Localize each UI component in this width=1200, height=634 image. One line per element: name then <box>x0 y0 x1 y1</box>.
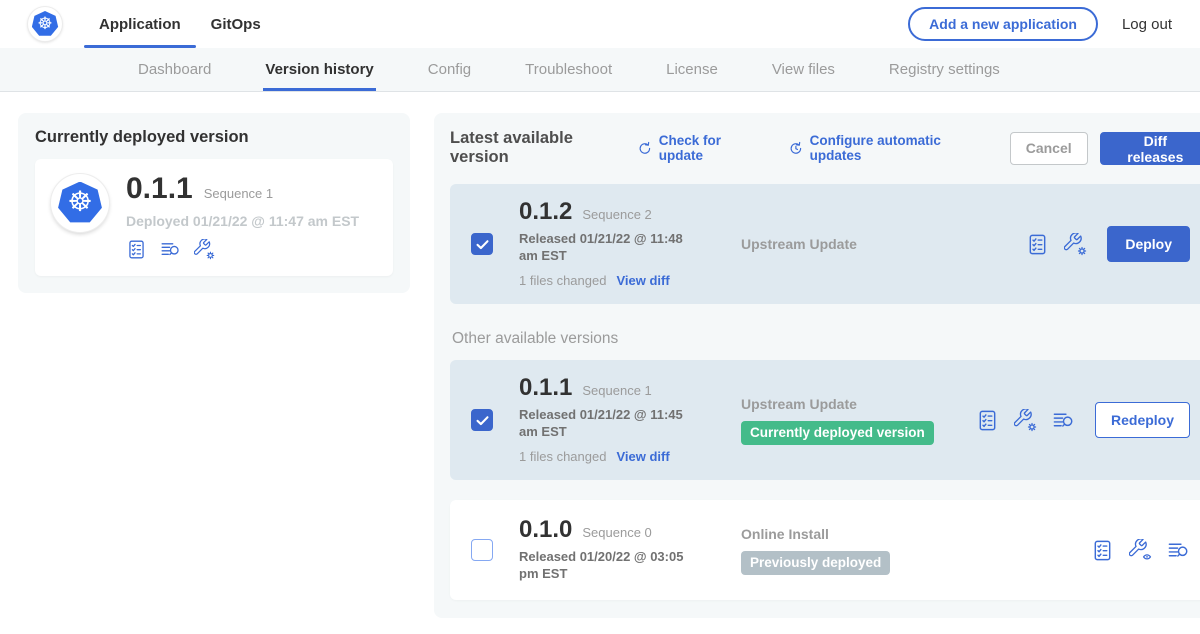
tab-application-label: Application <box>99 16 181 33</box>
subnav-item-troubleshoot[interactable]: Troubleshoot <box>525 48 612 91</box>
preflight-checklist-icon[interactable] <box>126 239 147 260</box>
files-changed-label: 1 files changed <box>519 273 606 288</box>
files-changed-line: 1 files changed View diff <box>519 273 719 288</box>
view-config-icon[interactable] <box>1129 539 1152 562</box>
sequence-label: Sequence 0 <box>582 525 651 542</box>
latest-version-title: Latest available version <box>450 129 623 167</box>
version-row-0-1-1: 0.1.1 Sequence 1 Released 01/21/22 @ 11:… <box>450 360 1200 480</box>
diff-releases-button[interactable]: Diff releases <box>1100 132 1200 165</box>
files-changed-label: 1 files changed <box>519 449 606 464</box>
app-subnav: Dashboard Version history Config Trouble… <box>0 48 1200 92</box>
topnav-right: Add a new application Log out <box>908 7 1172 41</box>
subnav-item-dashboard[interactable]: Dashboard <box>138 48 211 91</box>
version-info: 0.1.2 Sequence 2 Released 01/21/22 @ 11:… <box>519 200 719 288</box>
sequence-label: Sequence 1 <box>582 383 651 400</box>
version-checkbox[interactable] <box>471 233 493 255</box>
version-history-panel: Latest available version Check for updat… <box>434 113 1200 618</box>
redeploy-button[interactable]: Redeploy <box>1095 402 1190 438</box>
top-tabs: Application GitOps <box>84 0 276 48</box>
preflight-checklist-icon[interactable] <box>976 409 999 432</box>
main-content: Currently deployed version ☸ 0.1.1 Seque… <box>0 92 1200 618</box>
deployed-version-number: 0.1.1 <box>126 174 193 204</box>
check-for-update-label: Check for update <box>659 133 761 163</box>
subnav-item-view-files[interactable]: View files <box>772 48 835 91</box>
view-diff-link[interactable]: View diff <box>616 449 669 464</box>
version-number: 0.1.2 <box>519 200 572 224</box>
app-logo: ☸ <box>51 174 109 232</box>
schedule-refresh-icon <box>788 140 804 157</box>
deployed-version-info: 0.1.1 Sequence 1 Deployed 01/21/22 @ 11:… <box>126 174 359 260</box>
kubernetes-wheel-icon: ☸ <box>67 188 92 216</box>
view-diff-link[interactable]: View diff <box>616 273 669 288</box>
source-label: Upstream Update <box>741 396 976 412</box>
kubernetes-logo: ☸ <box>28 7 62 41</box>
deployed-sequence-label: Sequence 1 <box>204 186 273 204</box>
version-row-0-1-2: 0.1.2 Sequence 2 Released 01/21/22 @ 11:… <box>450 184 1200 304</box>
deployed-timestamp: Deployed 01/21/22 @ 11:47 am EST <box>126 213 359 229</box>
preflight-checklist-icon[interactable] <box>1026 233 1049 256</box>
refresh-icon <box>637 140 653 157</box>
kubernetes-heptagon: ☸ <box>32 11 59 37</box>
version-row-0-1-0: 0.1.0 Sequence 0 Released 01/20/22 @ 03:… <box>450 500 1200 600</box>
configure-updates-label: Configure automatic updates <box>810 133 983 163</box>
previously-deployed-badge: Previously deployed <box>741 551 890 575</box>
version-line: 0.1.2 Sequence 2 <box>519 200 719 224</box>
version-line: 0.1.0 Sequence 0 <box>519 518 719 542</box>
files-changed-line: 1 files changed View diff <box>519 449 719 464</box>
edit-config-icon[interactable] <box>1064 233 1087 256</box>
subnav-item-version-history[interactable]: Version history <box>265 48 373 91</box>
version-checkbox[interactable] <box>471 539 493 561</box>
tab-gitops[interactable]: GitOps <box>196 0 276 48</box>
edit-config-icon[interactable] <box>1014 409 1037 432</box>
currently-deployed-card: Currently deployed version ☸ 0.1.1 Seque… <box>18 113 410 293</box>
version-actions: Deploy <box>1026 226 1190 262</box>
version-line: 0.1.1 Sequence 1 <box>519 376 719 400</box>
deployed-version-line: 0.1.1 Sequence 1 <box>126 174 359 204</box>
released-timestamp: Released 01/20/22 @ 03:05 pm EST <box>519 549 704 583</box>
released-timestamp: Released 01/21/22 @ 11:45 am EST <box>519 407 704 441</box>
cancel-button[interactable]: Cancel <box>1010 132 1088 165</box>
deploy-logs-icon[interactable] <box>1167 539 1190 562</box>
check-for-update-link[interactable]: Check for update <box>637 133 761 163</box>
released-timestamp: Released 01/21/22 @ 11:48 am EST <box>519 231 704 265</box>
configure-automatic-updates-link[interactable]: Configure automatic updates <box>788 133 983 163</box>
currently-deployed-badge: Currently deployed version <box>741 421 934 445</box>
version-source: Upstream Update <box>741 236 976 252</box>
source-label: Upstream Update <box>741 236 976 252</box>
deployed-card-title: Currently deployed version <box>35 128 393 147</box>
add-application-button[interactable]: Add a new application <box>908 7 1098 41</box>
version-source: Online Install Previously deployed <box>741 526 976 575</box>
version-checkbox[interactable] <box>471 409 493 431</box>
source-label: Online Install <box>741 526 976 542</box>
kubernetes-wheel-icon: ☸ <box>37 15 52 32</box>
version-info: 0.1.1 Sequence 1 Released 01/21/22 @ 11:… <box>519 376 719 464</box>
subnav-item-registry-settings[interactable]: Registry settings <box>889 48 1000 91</box>
sequence-label: Sequence 2 <box>582 207 651 224</box>
deploy-button[interactable]: Deploy <box>1107 226 1190 262</box>
preflight-checklist-icon[interactable] <box>1091 539 1114 562</box>
other-versions-label: Other available versions <box>452 330 1200 348</box>
version-source: Upstream Update Currently deployed versi… <box>741 396 976 445</box>
version-number: 0.1.0 <box>519 518 572 542</box>
edit-config-icon[interactable] <box>194 239 215 260</box>
subnav-item-license[interactable]: License <box>666 48 718 91</box>
deploy-logs-icon[interactable] <box>1052 409 1075 432</box>
version-actions <box>1091 539 1190 562</box>
deploy-logs-icon[interactable] <box>160 239 181 260</box>
tab-application[interactable]: Application <box>84 0 196 48</box>
version-info: 0.1.0 Sequence 0 Released 01/20/22 @ 03:… <box>519 518 719 583</box>
top-navbar: ☸ Application GitOps Add a new applicati… <box>0 0 1200 48</box>
deployed-version-card: ☸ 0.1.1 Sequence 1 Deployed 01/21/22 @ 1… <box>35 159 393 276</box>
logout-button[interactable]: Log out <box>1122 16 1172 33</box>
kubernetes-heptagon: ☸ <box>58 182 103 225</box>
tab-gitops-label: GitOps <box>211 16 261 33</box>
latest-version-header: Latest available version Check for updat… <box>450 129 1200 167</box>
version-number: 0.1.1 <box>519 376 572 400</box>
deployed-actions <box>126 239 359 260</box>
version-actions: Redeploy <box>976 402 1190 438</box>
subnav-item-config[interactable]: Config <box>428 48 471 91</box>
